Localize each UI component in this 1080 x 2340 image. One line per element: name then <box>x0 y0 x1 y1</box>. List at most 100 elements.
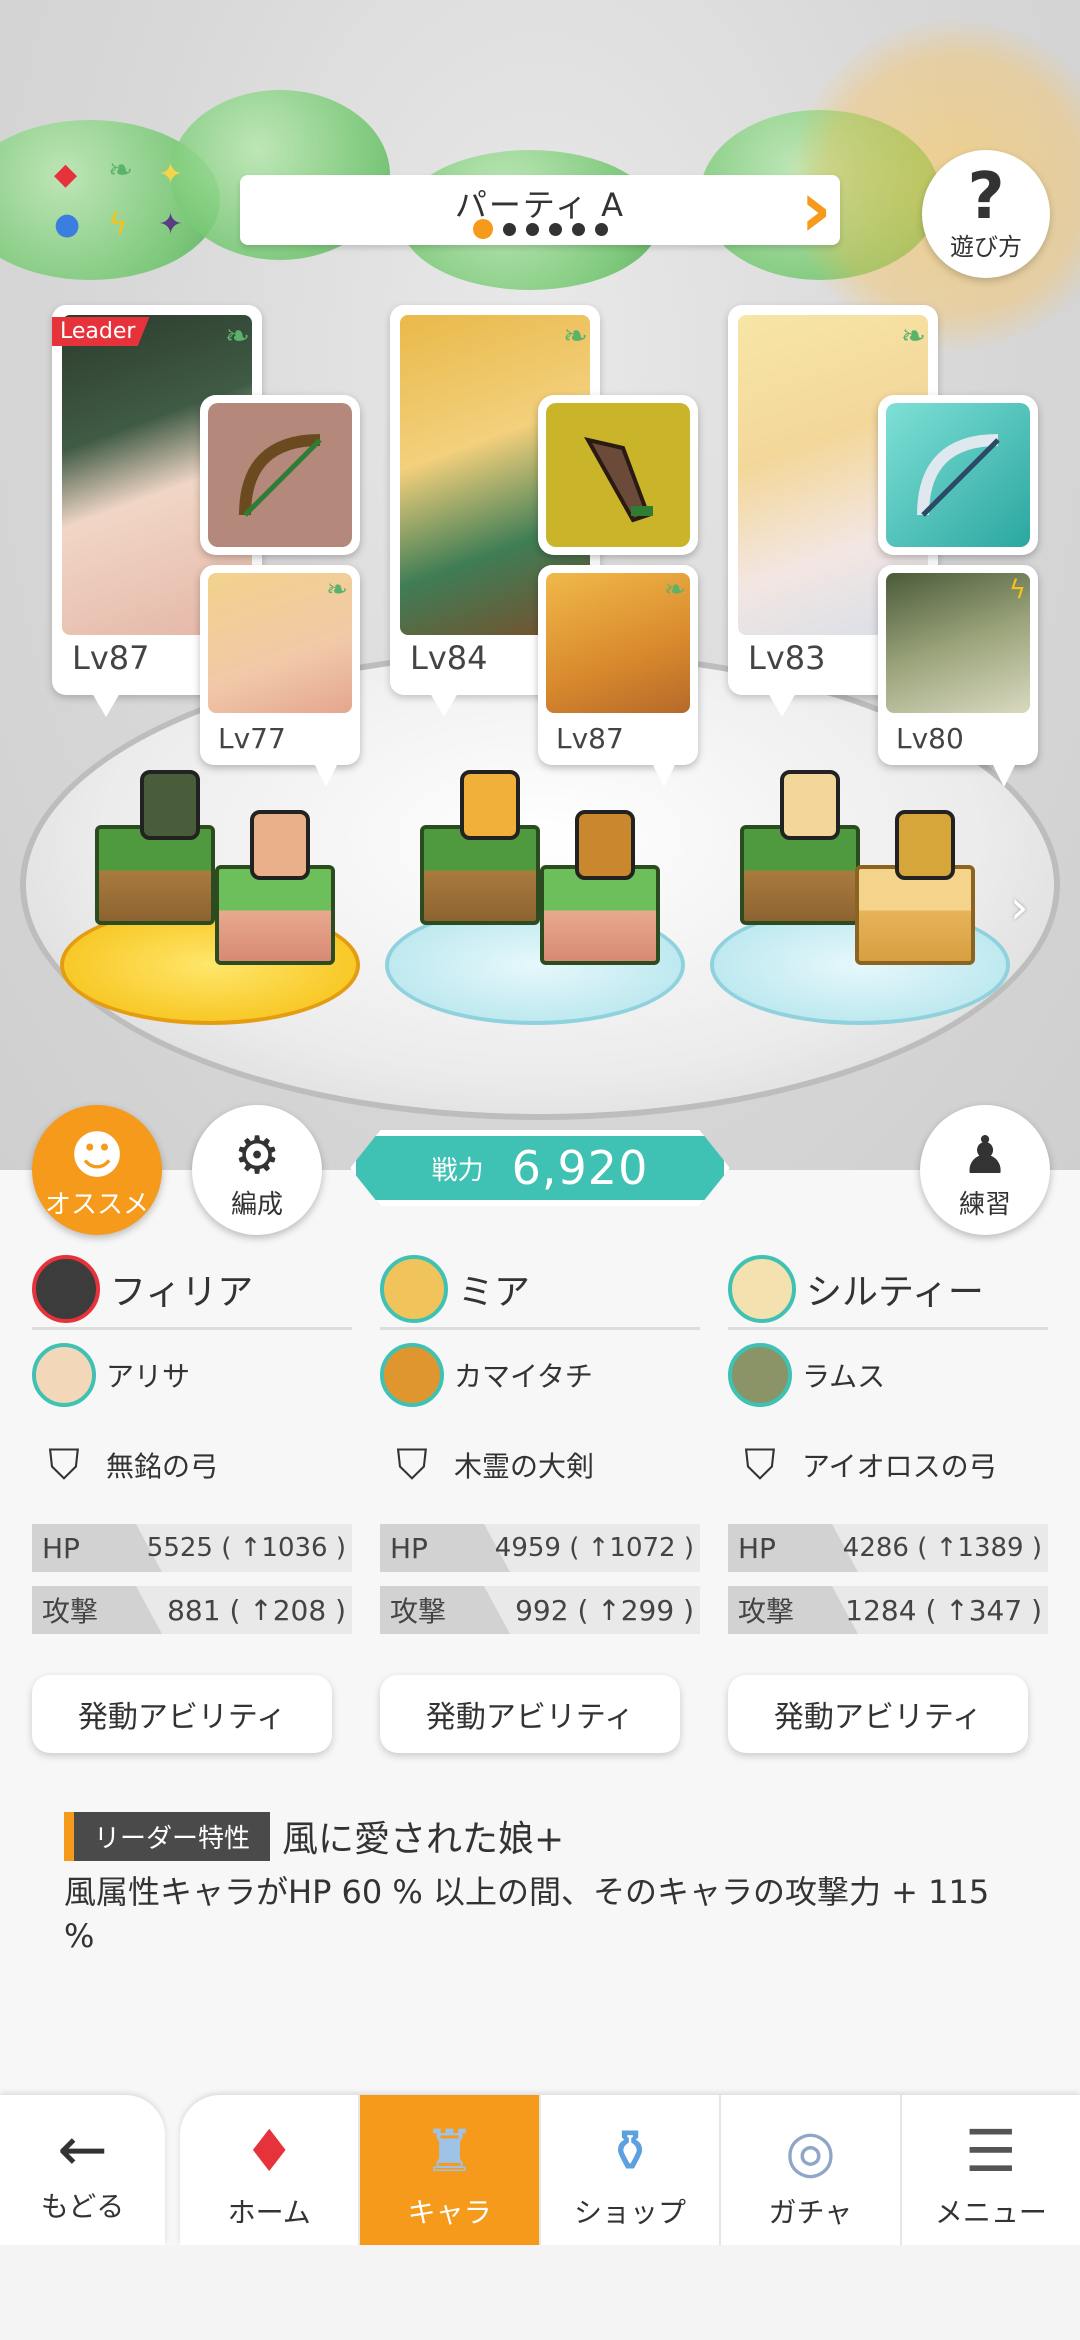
page-dot <box>548 223 562 236</box>
sub-character-card[interactable]: ❧ Lv87 <box>538 565 698 787</box>
nav-gacha[interactable]: ◎ ガチャ <box>719 2095 899 2245</box>
weapon-slot[interactable] <box>538 395 698 555</box>
member-name-row[interactable]: フィリア <box>32 1250 352 1330</box>
page-dot-active <box>472 219 493 239</box>
next-party-chevron[interactable]: › <box>800 170 832 250</box>
ability-button[interactable]: 発動アビリティ <box>380 1675 680 1753</box>
scroll-right-arrow[interactable]: › <box>1010 880 1028 934</box>
howto-button[interactable]: ? 遊び方 <box>922 150 1050 278</box>
character-level: Lv87 <box>72 639 150 677</box>
weapon-shield-icon: ⛉ <box>744 1440 776 1489</box>
pixel-character-sprite <box>575 810 635 880</box>
hp-stat: HP 5525 ( ↑1036 ) <box>32 1524 352 1572</box>
wind-leaf-icon: ❧ <box>900 319 926 354</box>
card-tail <box>652 763 676 787</box>
attack-value: 1284 ( ↑347 ) <box>845 1593 1042 1627</box>
nav-gacha-label: ガチャ <box>768 2196 853 2229</box>
weapon-name: アイオロスの弓 <box>802 1450 997 1483</box>
weapon-slot[interactable] <box>200 395 360 555</box>
sub-character-card[interactable]: ϟ Lv80 <box>878 565 1038 787</box>
member-name-row[interactable]: ミア <box>380 1250 700 1330</box>
nav-shop-label: ショップ <box>574 2196 687 2229</box>
light-element-icon: ✦ <box>158 157 184 192</box>
weapon-frame <box>886 403 1030 547</box>
formation-gear-icon: ⚙ <box>233 1126 281 1186</box>
power-label: 戦力 <box>431 1155 484 1186</box>
sub-member-avatar <box>728 1343 792 1407</box>
thunder-element-icon: ϟ <box>108 207 128 242</box>
pixel-character-sprite <box>780 770 840 840</box>
leader-trait-header: リーダー特性 風に愛された娘+ <box>64 1810 564 1862</box>
shop-icon: ⚱ <box>605 2117 655 2185</box>
howto-label: 遊び方 <box>950 232 1022 261</box>
nav-character-label: キャラ <box>407 2196 492 2229</box>
back-arrow-icon: ← <box>57 2115 108 2185</box>
leader-trait-tag: リーダー特性 <box>64 1811 271 1861</box>
weapon-frame <box>546 403 690 547</box>
formation-label: 編成 <box>230 1190 283 1220</box>
back-button[interactable]: ← もどる <box>0 2095 165 2245</box>
party-selector[interactable]: パーティ A <box>240 175 840 245</box>
ability-button[interactable]: 発動アビリティ <box>32 1675 332 1753</box>
sub-member-row[interactable]: ラムス <box>728 1330 1048 1420</box>
weapon-row[interactable]: ⛉ アイオロスの弓 <box>728 1420 1048 1510</box>
nav-tabs: ♦ ホーム ♜ キャラ ⚱ ショップ ◎ ガチャ ☰ メニュー <box>180 2095 1080 2245</box>
nav-shop[interactable]: ⚱ ショップ <box>538 2095 719 2245</box>
pixel-character-sprite <box>140 770 200 840</box>
attack-label: 攻撃 <box>728 1586 858 1634</box>
attack-label: 攻撃 <box>32 1586 162 1634</box>
sub-member-avatar <box>380 1343 444 1407</box>
hp-stat: HP 4286 ( ↑1389 ) <box>728 1524 1048 1572</box>
leader-trait-name: 風に愛された娘+ <box>282 1819 565 1860</box>
question-icon: ? <box>967 159 1005 234</box>
bottom-navigation: ← もどる ♦ ホーム ♜ キャラ ⚱ ショップ ◎ ガチャ ☰ メニュー <box>0 2095 1080 2245</box>
team-power-badge: 戦力 6,920 <box>350 1130 730 1206</box>
page-dot <box>594 223 608 236</box>
grass-block <box>740 825 860 925</box>
pixel-character-sprite <box>460 770 520 840</box>
system-bottom-bar <box>0 2245 1080 2340</box>
page-dot <box>502 223 516 236</box>
hp-value: 4959 ( ↑1072 ) <box>494 1533 694 1563</box>
sub-character-level: Lv77 <box>218 722 286 755</box>
attack-stat: 攻撃 992 ( ↑299 ) <box>380 1586 700 1634</box>
practice-button[interactable]: ♟ 練習 <box>920 1105 1050 1235</box>
bow-icon <box>917 434 1000 517</box>
sub-member-row[interactable]: アリサ <box>32 1330 352 1420</box>
nav-home[interactable]: ♦ ホーム <box>180 2095 358 2245</box>
nav-menu-label: メニュー <box>934 2196 1047 2229</box>
element-chart[interactable]: ◆ ❧ ✦ ● ϟ ✦ <box>48 156 198 250</box>
recommend-label: オススメ <box>44 1190 149 1220</box>
weapon-row[interactable]: ⛉ 無銘の弓 <box>32 1420 352 1510</box>
wind-leaf-icon: ❧ <box>562 319 588 354</box>
ability-button[interactable]: 発動アビリティ <box>728 1675 1028 1753</box>
nav-menu[interactable]: ☰ メニュー <box>899 2095 1080 2245</box>
gacha-icon: ◎ <box>785 2117 836 2185</box>
practice-label: 練習 <box>958 1190 1011 1220</box>
sub-character-card[interactable]: ❧ Lv77 <box>200 565 360 787</box>
recommend-button[interactable]: ☻ オススメ <box>32 1105 162 1235</box>
nav-character[interactable]: ♜ キャラ <box>358 2095 539 2245</box>
member-column: フィリア アリサ ⛉ 無銘の弓 HP 5525 ( ↑1036 ) 攻撃 881… <box>32 1250 352 1634</box>
member-name-row[interactable]: シルティー <box>728 1250 1048 1330</box>
hp-stat: HP 4959 ( ↑1072 ) <box>380 1524 700 1572</box>
dark-element-icon: ✦ <box>158 207 184 242</box>
sub-member-row[interactable]: カマイタチ <box>380 1330 700 1420</box>
wind-leaf-icon: ❧ <box>664 575 686 605</box>
party-page-indicator <box>240 219 840 239</box>
weapon-shield-icon: ⛉ <box>48 1440 80 1489</box>
weapon-slot[interactable] <box>878 395 1038 555</box>
leader-badge: Leader <box>52 317 150 346</box>
training-dummy-icon: ♟ <box>961 1126 1009 1186</box>
water-element-icon: ● <box>54 207 81 242</box>
card-tail <box>314 763 338 787</box>
page-dot <box>571 223 585 236</box>
hp-label: HP <box>32 1524 162 1572</box>
attack-value: 992 ( ↑299 ) <box>515 1593 694 1627</box>
formation-button[interactable]: ⚙ 編成 <box>192 1105 322 1235</box>
weapon-row[interactable]: ⛉ 木霊の大剣 <box>380 1420 700 1510</box>
greatsword-icon <box>584 437 653 523</box>
sub-member-name: ラムス <box>802 1360 886 1393</box>
sand-block <box>855 865 975 965</box>
weapon-shield-icon: ⛉ <box>396 1440 428 1489</box>
